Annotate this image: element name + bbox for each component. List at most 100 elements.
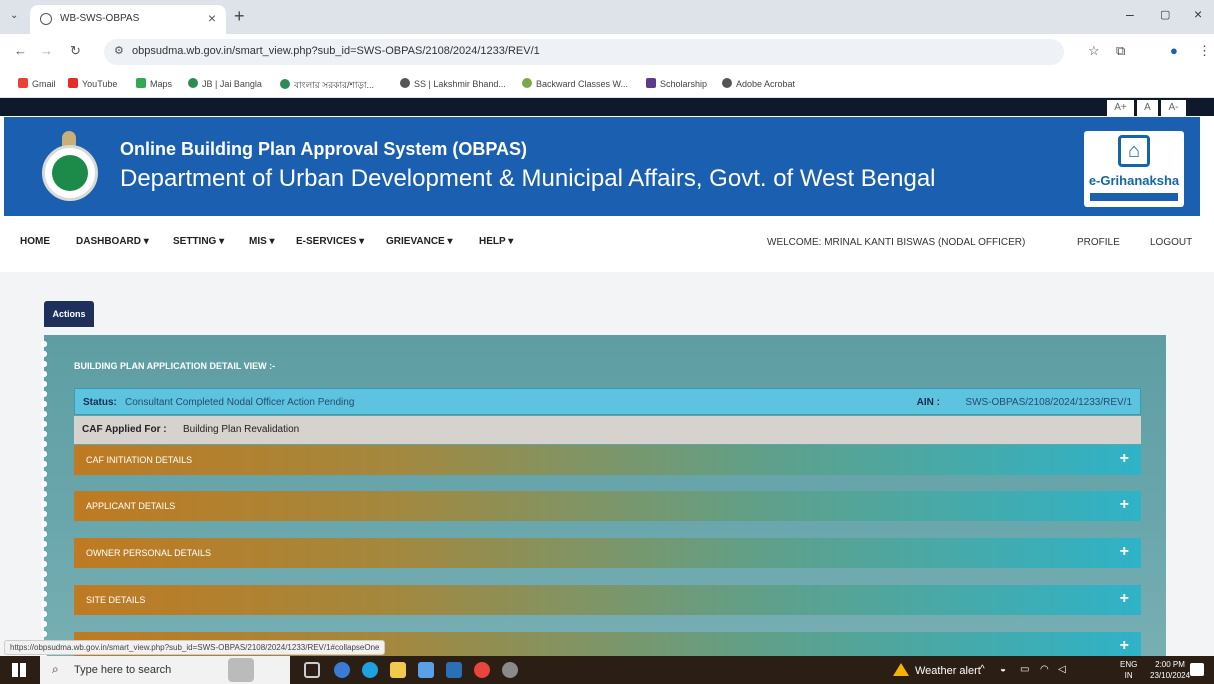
actions-tab[interactable]: Actions: [44, 301, 94, 327]
bookmark-youtube[interactable]: YouTube: [68, 78, 117, 89]
task-view-icon[interactable]: [304, 662, 320, 678]
back-arrow-icon[interactable]: ←: [14, 43, 27, 58]
tray-chevron-icon[interactable]: ^: [980, 664, 985, 675]
bookmark-bangla-sarkar[interactable]: বাংলার সরকার/শাড়া...: [280, 78, 374, 93]
nav-profile[interactable]: PROFILE: [1077, 237, 1120, 248]
close-window-icon[interactable]: ×: [1194, 6, 1202, 22]
bangla-sarkar-icon: [280, 79, 290, 89]
accordion-title: CAF INITIATION DETAILS: [86, 455, 193, 465]
browser-menu-icon[interactable]: ⋮: [1198, 43, 1211, 59]
nav-dashboard[interactable]: DASHBOARD ▾: [76, 236, 149, 247]
copilot-icon[interactable]: [334, 662, 350, 678]
font-normal-button[interactable]: A: [1136, 100, 1158, 116]
site-header: Online Building Plan Approval System (OB…: [4, 117, 1200, 216]
expand-plus-icon[interactable]: +: [1120, 543, 1129, 561]
bookmark-maps[interactable]: Maps: [136, 78, 172, 89]
brand-name: e-Grihanaksha: [1088, 173, 1180, 188]
accordion-applicant[interactable]: APPLICANT DETAILS +: [74, 491, 1141, 521]
accordion-site[interactable]: SITE DETAILS +: [74, 585, 1141, 615]
bookmark-gmail[interactable]: Gmail: [18, 78, 56, 89]
caf-label: CAF Applied For :: [82, 424, 167, 435]
bookmark-jai-bangla[interactable]: JB | Jai Bangla: [188, 78, 262, 89]
weather-alert[interactable]: Weather alert: [893, 663, 981, 677]
tab-title: WB-SWS-OBPAS: [60, 13, 140, 24]
scholarship-icon: [646, 78, 656, 88]
link-preview-status: https://obpsudma.wb.gov.in/smart_view.ph…: [4, 640, 386, 655]
maps-icon: [136, 78, 146, 88]
bookmark-star-icon[interactable]: ☆: [1088, 43, 1100, 59]
nav-help[interactable]: HELP ▾: [479, 236, 513, 247]
address-bar-row: ← → ↻ ⚙ obpsudma.wb.gov.in/smart_view.ph…: [0, 34, 1214, 70]
status-label: Status:: [83, 397, 117, 408]
extensions-icon[interactable]: ⧉: [1116, 43, 1125, 59]
nav-mis[interactable]: MIS ▾: [249, 236, 275, 247]
spiral-binding-decoration: [40, 339, 48, 659]
notifications-icon[interactable]: [1190, 663, 1204, 676]
minimize-icon[interactable]: –: [1126, 6, 1134, 22]
accordion-owner-personal[interactable]: OWNER PERSONAL DETAILS +: [74, 538, 1141, 568]
battery-icon[interactable]: ▭: [1020, 664, 1029, 675]
nav-setting[interactable]: SETTING ▾: [173, 236, 224, 247]
globe-icon: [400, 78, 410, 88]
volume-icon[interactable]: ◁: [1058, 664, 1066, 675]
url-text: obpsudma.wb.gov.in/smart_view.php?sub_id…: [132, 45, 540, 57]
close-tab-icon[interactable]: ×: [208, 10, 216, 26]
ain-label: AIN :: [916, 397, 940, 408]
ain-value: SWS-OBPAS/2108/2024/1233/REV/1: [965, 397, 1132, 408]
nav-grievance[interactable]: GRIEVANCE ▾: [386, 236, 453, 247]
font-decrease-button[interactable]: A-: [1160, 100, 1186, 116]
globe-icon: [40, 13, 52, 25]
expand-plus-icon[interactable]: +: [1120, 450, 1129, 468]
expand-plus-icon[interactable]: +: [1120, 637, 1129, 655]
wifi-icon[interactable]: ◠: [1040, 664, 1049, 675]
mail-icon[interactable]: [446, 662, 462, 678]
url-field[interactable]: ⚙ obpsudma.wb.gov.in/smart_view.php?sub_…: [104, 39, 1064, 65]
department-title: Department of Urban Development & Munici…: [120, 165, 936, 192]
tab-search-chevron-icon[interactable]: ⌄: [10, 10, 18, 21]
new-tab-button[interactable]: +: [234, 6, 245, 27]
backward-classes-icon: [522, 78, 532, 88]
accordion-caf-initiation[interactable]: CAF INITIATION DETAILS +: [74, 445, 1141, 475]
language-indicator[interactable]: ENG IN: [1120, 659, 1137, 681]
file-explorer-icon[interactable]: [390, 662, 406, 678]
network-icon[interactable]: ◒: [1000, 664, 1006, 675]
taskbar-search[interactable]: ⌕ Type here to search: [40, 656, 290, 684]
site-info-icon[interactable]: ⚙: [114, 44, 124, 57]
main-nav: HOME DASHBOARD ▾ SETTING ▾ MIS ▾ E-SERVI…: [0, 216, 1214, 272]
search-placeholder: Type here to search: [74, 664, 172, 676]
search-highlight-image: [228, 658, 254, 682]
west-bengal-emblem-icon: [40, 131, 100, 203]
caf-value: Building Plan Revalidation: [183, 424, 300, 435]
nav-e-services[interactable]: E-SERVICES ▾: [296, 236, 364, 247]
font-increase-button[interactable]: A+: [1106, 100, 1134, 116]
profile-icon[interactable]: ●: [1170, 43, 1178, 58]
gmail-icon: [18, 78, 28, 88]
windows-start-icon[interactable]: [12, 663, 26, 677]
nav-logout[interactable]: LOGOUT: [1150, 237, 1192, 248]
bookmark-scholarship[interactable]: Scholarship: [646, 78, 707, 89]
clock[interactable]: 2:00 PM 23/10/2024: [1150, 659, 1190, 681]
expand-plus-icon[interactable]: +: [1120, 590, 1129, 608]
accordion-title: SITE DETAILS: [86, 595, 146, 605]
bookmark-lakshmir-bhandar[interactable]: SS | Lakshmir Bhand...: [400, 78, 506, 89]
edge-icon[interactable]: [362, 662, 378, 678]
detail-view-heading: BUILDING PLAN APPLICATION DETAIL VIEW :-: [74, 361, 276, 371]
chrome-icon[interactable]: [474, 662, 490, 678]
accordion-title: APPLICANT DETAILS: [86, 501, 176, 511]
nav-home[interactable]: HOME: [20, 236, 50, 247]
store-icon[interactable]: [418, 662, 434, 678]
youtube-icon: [68, 78, 78, 88]
search-icon: ⌕: [52, 662, 59, 676]
reload-icon[interactable]: ↻: [70, 43, 81, 59]
app-icon[interactable]: [502, 662, 518, 678]
bookmark-backward-classes[interactable]: Backward Classes W...: [522, 78, 628, 89]
caf-applied-row: CAF Applied For : Building Plan Revalida…: [74, 416, 1141, 444]
maximize-icon[interactable]: ▢: [1160, 8, 1170, 21]
forward-arrow-icon[interactable]: →: [40, 43, 53, 58]
browser-tab[interactable]: WB-SWS-OBPAS ×: [30, 5, 226, 34]
e-grihanaksha-logo: ⌂ e-Grihanaksha: [1084, 131, 1184, 207]
bookmark-adobe-acrobat[interactable]: Adobe Acrobat: [722, 78, 795, 89]
expand-plus-icon[interactable]: +: [1120, 496, 1129, 514]
warning-icon: [893, 663, 909, 676]
status-value: Consultant Completed Nodal Officer Actio…: [125, 397, 355, 408]
